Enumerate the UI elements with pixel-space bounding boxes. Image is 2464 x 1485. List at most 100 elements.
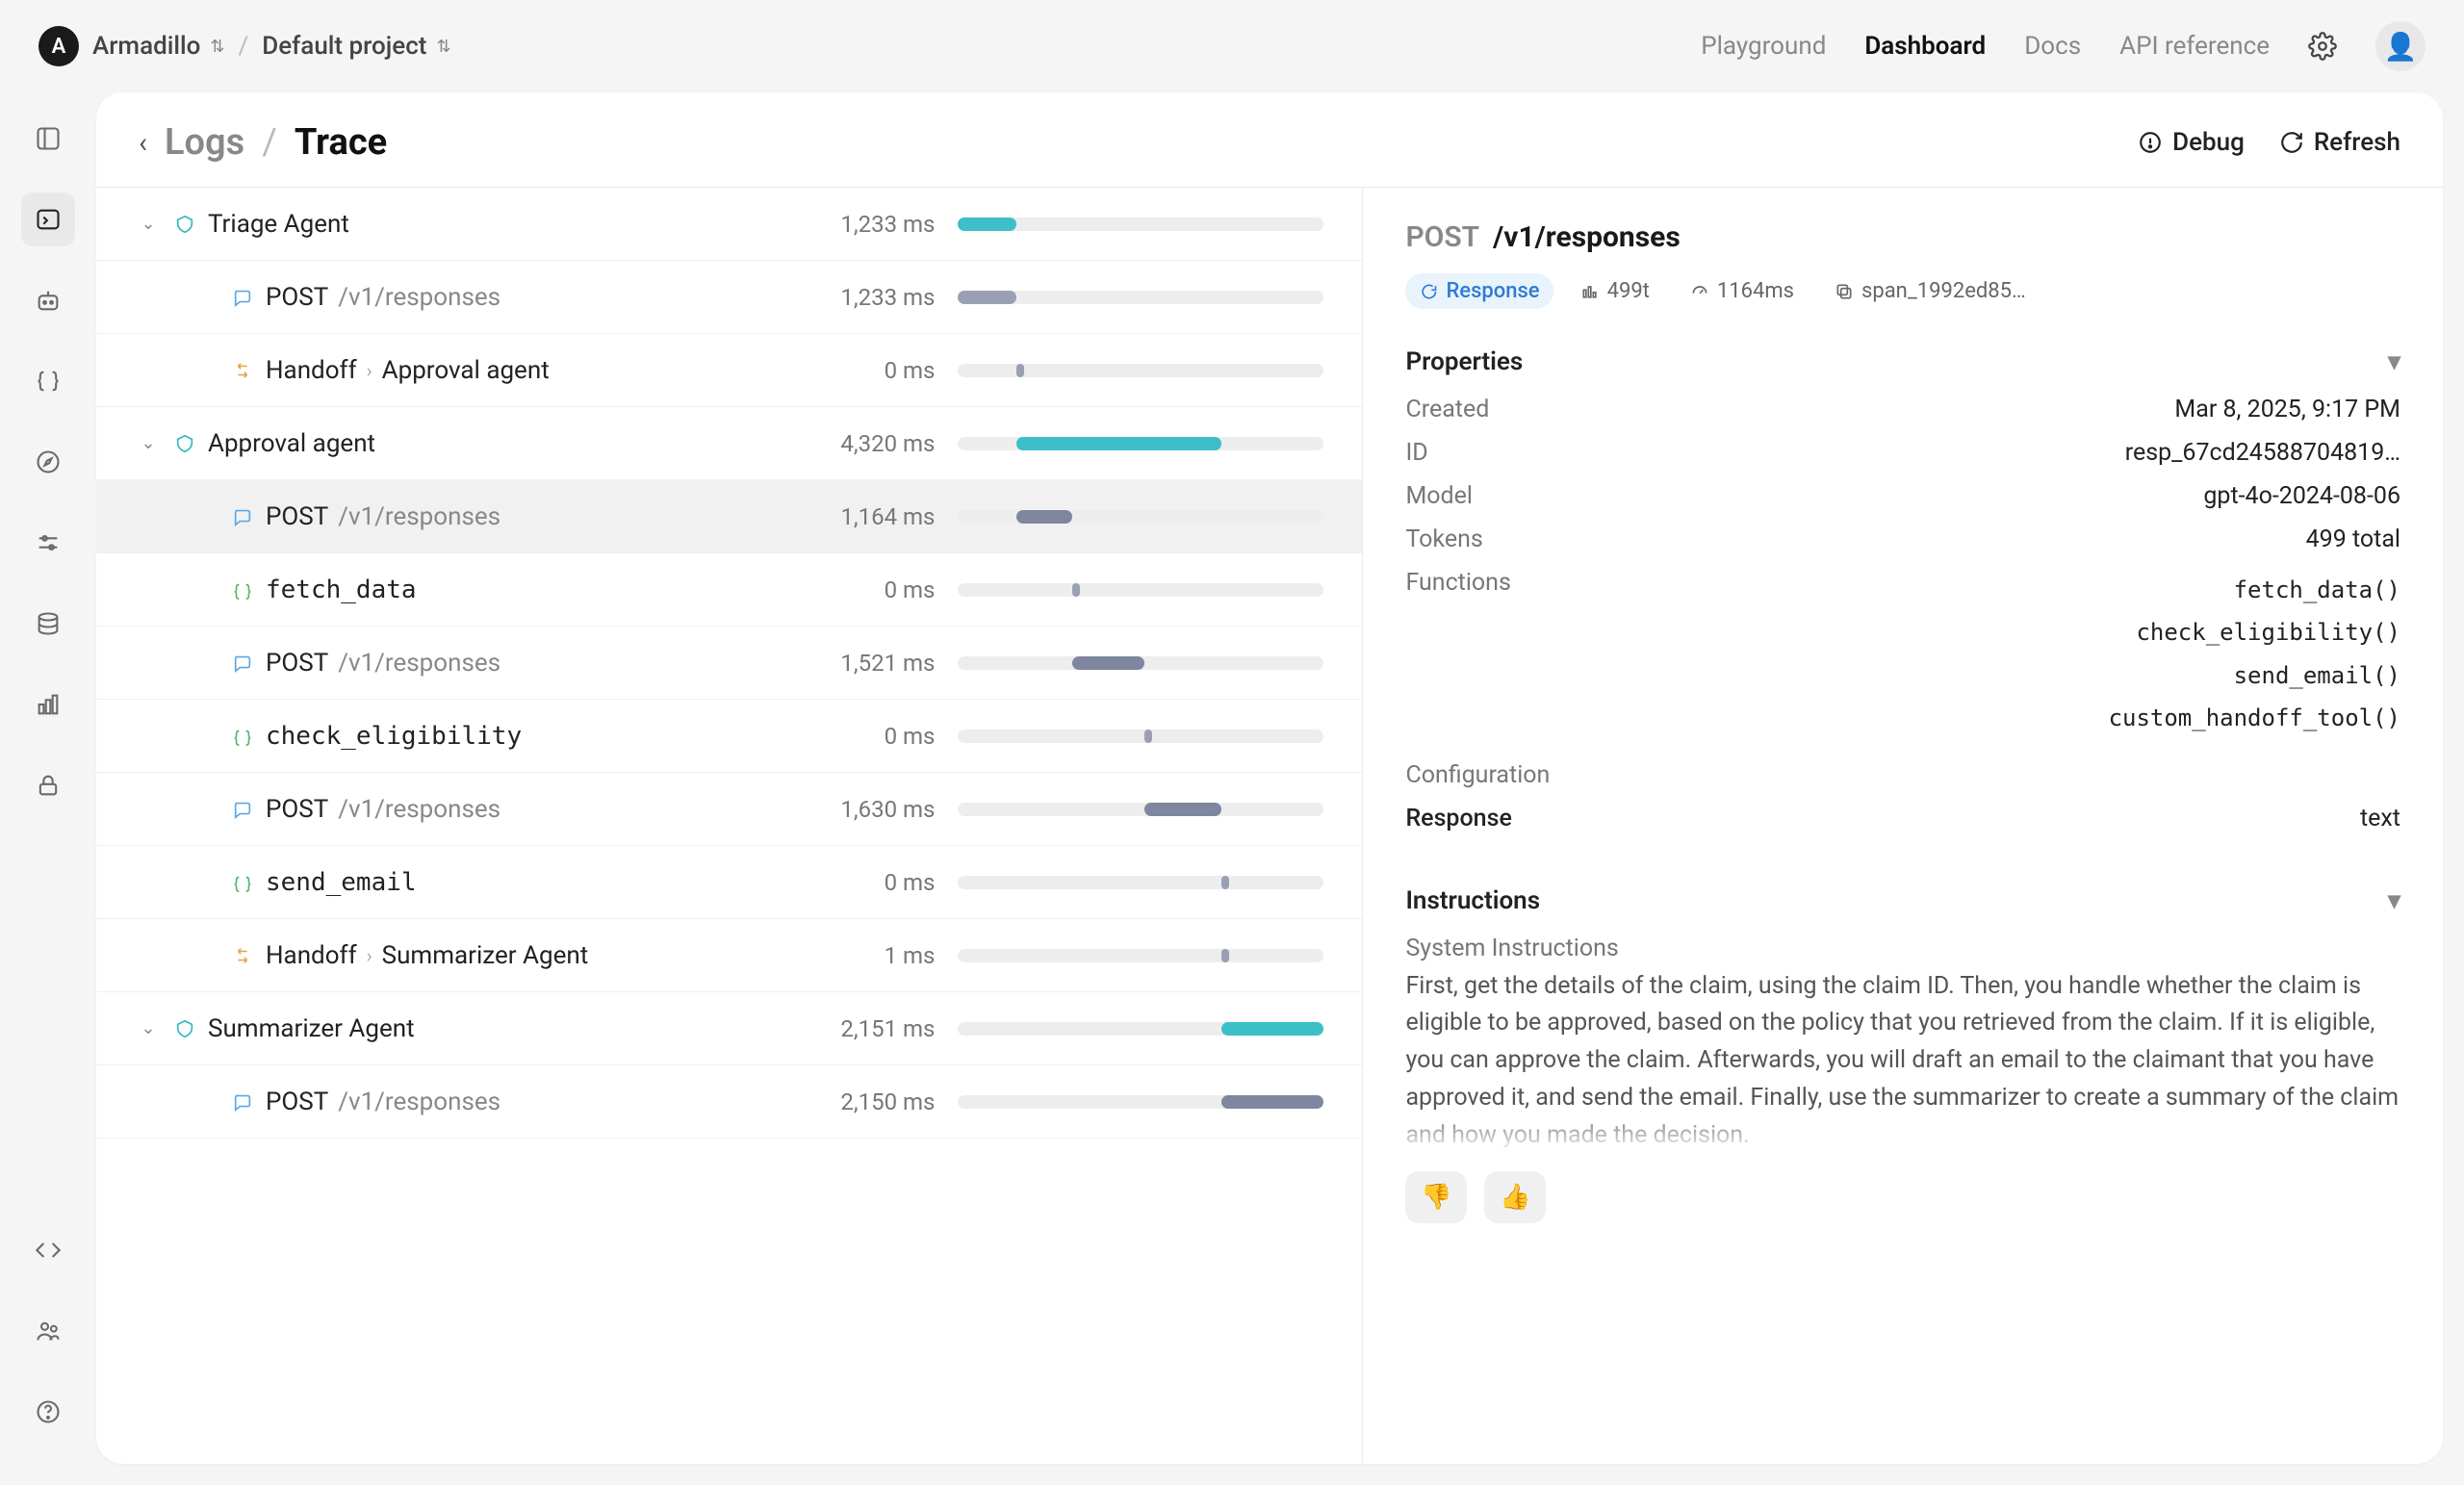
rail-database-icon[interactable] <box>21 597 75 651</box>
properties-header[interactable]: Properties ▾ <box>1405 347 2400 376</box>
user-avatar[interactable]: 👤 <box>2375 21 2426 71</box>
gauge-icon <box>1690 282 1709 301</box>
chevron-updown-icon: ⇅ <box>210 37 224 57</box>
rail-help-icon[interactable] <box>21 1385 75 1439</box>
thumbs-down-button[interactable]: 👎 <box>1405 1171 1467 1223</box>
thumbs-up-button[interactable]: 👍 <box>1484 1171 1546 1223</box>
trace-bar <box>958 876 1323 889</box>
trace-bar <box>958 730 1323 743</box>
rail-braces-icon[interactable] <box>21 354 75 408</box>
trace-bar <box>958 583 1323 597</box>
k-id: ID <box>1405 439 1427 467</box>
trace-duration: 0 ms <box>800 869 935 896</box>
trace-row[interactable]: ⌄Approval agent4,320 ms <box>96 407 1362 480</box>
rail-lock-icon[interactable] <box>21 758 75 812</box>
org-crumb[interactable]: Armadillo ⇅ <box>92 32 224 61</box>
trace-label: POST /v1/responses <box>266 283 790 312</box>
project-crumb[interactable]: Default project ⇅ <box>262 32 450 61</box>
refresh-button[interactable]: Refresh <box>2279 128 2400 157</box>
back-icon[interactable]: ‹ <box>139 126 147 160</box>
rail-panel-icon[interactable] <box>21 112 75 166</box>
trace-row[interactable]: check_eligibility 0 ms <box>96 700 1362 773</box>
trace-duration: 1,521 ms <box>800 650 935 677</box>
caret-icon[interactable]: ⌄ <box>135 433 162 453</box>
trace-label: POST /v1/responses <box>266 1088 790 1116</box>
rail-bot-icon[interactable] <box>21 273 75 327</box>
trace-duration: 1,164 ms <box>800 503 935 530</box>
caret-icon[interactable]: ⌄ <box>135 214 162 234</box>
rail-sliders-icon[interactable] <box>21 516 75 570</box>
trace-bar <box>958 1095 1323 1109</box>
trace-duration: 1,233 ms <box>800 284 935 311</box>
post-icon <box>229 284 256 311</box>
trace-row[interactable]: POST /v1/responses 1,233 ms <box>96 261 1362 334</box>
trace-row[interactable]: POST /v1/responses 1,164 ms <box>96 480 1362 553</box>
trace-row[interactable]: POST /v1/responses 1,521 ms <box>96 627 1362 700</box>
nav-playground[interactable]: Playground <box>1701 32 1826 61</box>
k-model: Model <box>1405 482 1473 510</box>
nav-dashboard[interactable]: Dashboard <box>1864 32 1986 61</box>
trace-bar <box>958 1022 1323 1036</box>
k-response: Response <box>1405 805 1511 832</box>
agent-icon <box>171 430 198 457</box>
caret-icon[interactable]: ⌄ <box>135 1018 162 1038</box>
trace-duration: 1 ms <box>800 942 935 969</box>
v-created: Mar 8, 2025, 9:17 PM <box>2174 396 2400 423</box>
rail-terminal-icon[interactable] <box>21 192 75 246</box>
chip-tokens[interactable]: 499t <box>1567 273 1663 309</box>
detail-title: POST /v1/responses <box>1405 220 2400 254</box>
trace-row[interactable]: POST /v1/responses1,630 ms <box>96 773 1362 846</box>
trace-label: POST /v1/responses <box>266 502 790 531</box>
chip-span[interactable]: span_1992ed85… <box>1821 273 2040 309</box>
trace-label: check_eligibility <box>266 722 790 751</box>
card-header: ‹ Logs / Trace Debug Refresh <box>96 92 2443 187</box>
post-icon <box>229 503 256 530</box>
trace-row[interactable]: Handoff › Approval agent0 ms <box>96 334 1362 407</box>
tool-icon <box>229 576 256 603</box>
trace-bar <box>958 510 1323 524</box>
trace-row[interactable]: ⌄Summarizer Agent2,151 ms <box>96 992 1362 1065</box>
debug-button[interactable]: Debug <box>2138 128 2245 157</box>
handoff-icon <box>229 357 256 384</box>
trace-label: send_email <box>266 868 790 897</box>
chip-latency[interactable]: 1164ms <box>1677 273 1808 309</box>
trace-row[interactable]: fetch_data0 ms <box>96 553 1362 627</box>
org-avatar[interactable]: A <box>38 26 79 66</box>
page-back-label[interactable]: Logs <box>165 121 244 164</box>
page-title: Trace <box>295 121 387 164</box>
trace-row[interactable]: ⌄ Triage Agent 1,233 ms <box>96 188 1362 261</box>
v-id: resp_67cd24588704819… <box>2125 439 2400 467</box>
detail-chips: Response 499t 1164ms <box>1405 273 2400 309</box>
trace-bar <box>958 218 1323 231</box>
trace-duration: 1,233 ms <box>800 211 935 238</box>
chevron-down-icon: ▾ <box>2388 347 2400 376</box>
settings-icon[interactable] <box>2308 32 2337 61</box>
instructions-header[interactable]: Instructions ▾ <box>1405 886 2400 915</box>
refresh-label: Refresh <box>2314 128 2400 157</box>
nav-docs[interactable]: Docs <box>2024 32 2081 61</box>
trace-bar <box>958 291 1323 304</box>
trace-duration: 0 ms <box>800 723 935 750</box>
trace-row[interactable]: Handoff › Summarizer Agent1 ms <box>96 919 1362 992</box>
agent-icon <box>171 211 198 238</box>
trace-label: Triage Agent <box>208 210 790 239</box>
k-created: Created <box>1405 396 1489 423</box>
top-nav: Playground Dashboard Docs API reference … <box>1701 21 2426 71</box>
rail-chart-icon[interactable] <box>21 678 75 731</box>
rail-people-icon[interactable] <box>21 1304 75 1358</box>
trace-label: Approval agent <box>208 429 790 458</box>
trace-bar <box>958 949 1323 962</box>
instructions-title: System Instructions <box>1405 935 2400 962</box>
trace-label: POST /v1/responses <box>266 649 790 678</box>
trace-row[interactable]: POST /v1/responses2,150 ms <box>96 1065 1362 1139</box>
chip-response[interactable]: Response <box>1405 273 1553 309</box>
v-model: gpt-4o-2024-08-06 <box>2203 482 2400 510</box>
chevron-down-icon: ▾ <box>2388 886 2400 915</box>
rail-code-icon[interactable] <box>21 1223 75 1277</box>
k-config: Configuration <box>1405 761 1550 789</box>
trace-row[interactable]: send_email 0 ms <box>96 846 1362 919</box>
rail-compass-icon[interactable] <box>21 435 75 489</box>
agent-icon <box>171 1015 198 1042</box>
trace-label: POST /v1/responses <box>266 795 790 824</box>
nav-api[interactable]: API reference <box>2119 32 2270 61</box>
